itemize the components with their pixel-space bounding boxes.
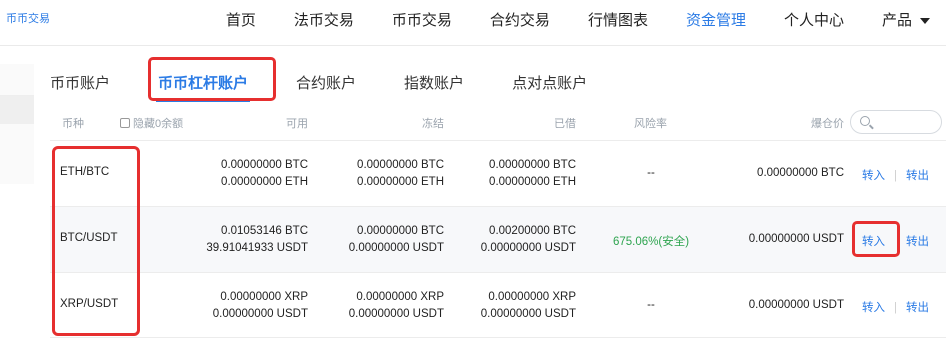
header-liquidation-price: 爆仓价 — [811, 118, 844, 130]
frozen-balance: 0.00000000 BTC 0.00000000 ETH — [357, 157, 444, 191]
sidebar-item-active[interactable] — [0, 96, 34, 124]
row-actions: 转入 | 转出 — [862, 299, 929, 315]
nav-item-market-charts[interactable]: 行情图表 — [588, 9, 648, 30]
balance-line: 0.00200000 BTC — [489, 225, 576, 237]
balance-line: 0.00000000 ETH — [489, 176, 576, 188]
balance-line: 39.91041933 USDT — [206, 242, 308, 254]
table-row: BTC/USDT 0.01053146 BTC 39.91041933 USDT… — [50, 206, 946, 272]
balance-line: 0.00000000 BTC — [357, 225, 444, 237]
balance-line: 0.01053146 BTC — [221, 225, 308, 237]
balance-line: 0.00000000 BTC — [221, 159, 308, 171]
header-coin: 币种 — [62, 118, 84, 130]
balance-line: 0.00000000 ETH — [221, 176, 308, 188]
row-actions: 转入|转出 — [862, 233, 929, 249]
header-risk: 风险率 — [634, 118, 667, 130]
divider: | — [894, 302, 897, 314]
account-tabs: 币币账户 币币杠杆账户 合约账户 指数账户 点对点账户 — [50, 64, 635, 102]
balance-line: 0.00000000 BTC — [489, 159, 576, 171]
balance-line: 0.00000000 XRP — [356, 291, 444, 303]
balance-line: 0.00000000 USDT — [348, 242, 444, 254]
balance-line: 0.00000000 ETH — [357, 176, 444, 188]
tab-index-account[interactable]: 指数账户 — [404, 72, 464, 93]
header-borrowed: 已借 — [554, 118, 576, 130]
balance-line: 0.00000000 USDT — [480, 308, 576, 320]
transfer-out-link[interactable]: 转出 — [906, 236, 929, 248]
main-nav: 首页 法币交易 币币交易 合约交易 行情图表 资金管理 个人中心 产品 — [226, 0, 946, 38]
transfer-out-link[interactable]: 转出 — [906, 170, 929, 182]
balance-line: 0.00000000 USDT — [480, 242, 576, 254]
tab-futures-account[interactable]: 合约账户 — [296, 72, 356, 93]
search-input[interactable] — [850, 110, 942, 134]
borrowed-balance: 0.00000000 XRP 0.00000000 USDT — [481, 289, 576, 323]
table-row: XRP/USDT 0.00000000 XRP 0.00000000 USDT … — [50, 272, 946, 338]
top-navigation-bar: 币币交易 首页 法币交易 币币交易 合约交易 行情图表 资金管理 个人中心 产品 — [0, 0, 946, 46]
brand-logo-text[interactable]: 币币交易 — [6, 10, 50, 26]
risk-rate: -- — [647, 167, 655, 179]
frozen-balance: 0.00000000 XRP 0.00000000 USDT — [349, 289, 444, 323]
pair-name: XRP/USDT — [60, 298, 119, 310]
available-balance: 0.01053146 BTC 39.91041933 USDT — [206, 223, 308, 257]
balance-line: 0.00000000 BTC — [357, 159, 444, 171]
available-balance: 0.00000000 BTC 0.00000000 ETH — [221, 157, 308, 191]
nav-item-products[interactable]: 产品 — [882, 9, 930, 30]
table-row: ETH/BTC 0.00000000 BTC 0.00000000 ETH 0.… — [50, 140, 946, 206]
header-available: 可用 — [286, 118, 308, 130]
transfer-out-link[interactable]: 转出 — [906, 302, 929, 314]
risk-rate: 675.06%(安全) — [612, 236, 690, 248]
borrowed-balance: 0.00200000 BTC 0.00000000 USDT — [481, 223, 576, 257]
caret-down-icon — [920, 17, 930, 24]
balance-line: 0.00000000 USDT — [348, 308, 444, 320]
liquidation-price: 0.00000000 USDT — [748, 299, 844, 311]
table-header: 币种 隐藏0余额 可用 冻结 已借 风险率 爆仓价 — [50, 110, 946, 134]
sidebar-item[interactable] — [0, 124, 34, 184]
liquidation-price: 0.00000000 BTC — [757, 167, 844, 179]
nav-item-home[interactable]: 首页 — [226, 9, 256, 30]
nav-item-personal-center[interactable]: 个人中心 — [784, 9, 844, 30]
balance-line: 0.00000000 XRP — [488, 291, 576, 303]
header-frozen: 冻结 — [422, 118, 444, 130]
divider: | — [894, 170, 897, 182]
borrowed-balance: 0.00000000 BTC 0.00000000 ETH — [489, 157, 576, 191]
transfer-in-link[interactable]: 转入 — [862, 236, 885, 248]
pair-name: ETH/BTC — [60, 166, 110, 178]
nav-item-fiat-trading[interactable]: 法币交易 — [294, 9, 354, 30]
nav-item-spot-trading[interactable]: 币币交易 — [392, 9, 452, 30]
available-balance: 0.00000000 XRP 0.00000000 USDT — [213, 289, 308, 323]
tab-margin-account[interactable]: 币币杠杆账户 — [156, 72, 251, 102]
checkbox-icon[interactable] — [120, 118, 130, 128]
sidebar-item[interactable] — [0, 64, 34, 96]
transfer-in-link[interactable]: 转入 — [862, 302, 885, 314]
hide-zero-label: 隐藏0余额 — [133, 118, 184, 130]
sidebar — [0, 64, 34, 214]
risk-rate: -- — [647, 299, 655, 311]
nav-item-products-label: 产品 — [881, 11, 912, 29]
hide-zero-toggle[interactable]: 隐藏0余额 — [120, 115, 183, 131]
pair-name: BTC/USDT — [60, 232, 118, 244]
search-icon — [860, 116, 870, 126]
balance-line: 0.00000000 USDT — [212, 308, 308, 320]
tab-spot-account[interactable]: 币币账户 — [50, 72, 110, 93]
tab-p2p-account[interactable]: 点对点账户 — [512, 72, 587, 93]
row-actions: 转入 | 转出 — [862, 167, 929, 183]
nav-item-asset-management[interactable]: 资金管理 — [686, 9, 746, 30]
nav-item-futures-trading[interactable]: 合约交易 — [490, 9, 550, 30]
liquidation-price: 0.00000000 USDT — [748, 233, 844, 245]
transfer-in-link[interactable]: 转入 — [862, 170, 885, 182]
frozen-balance: 0.00000000 BTC 0.00000000 USDT — [349, 223, 444, 257]
balance-line: 0.00000000 XRP — [220, 291, 308, 303]
